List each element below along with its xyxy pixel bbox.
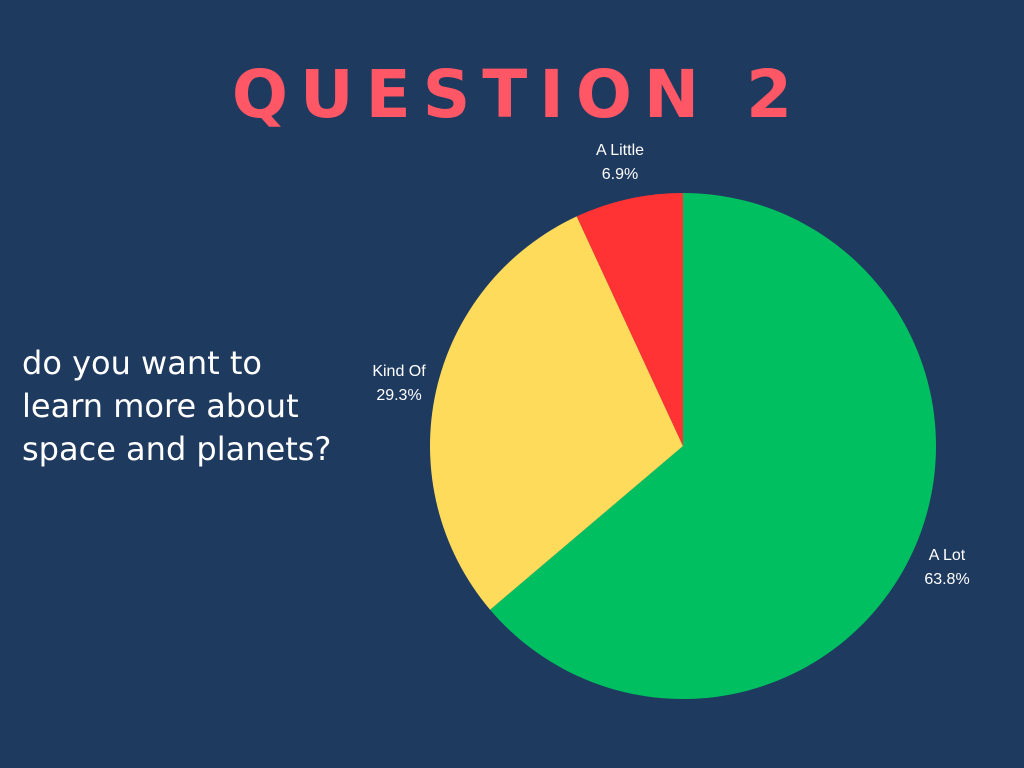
slice-label-a-little: A Little	[596, 142, 644, 159]
slice-value-kind-of: 29.3%	[376, 387, 421, 404]
pie-chart: A Lot 63.8% Kind Of 29.3% A Little 6.9%	[372, 142, 970, 699]
slide: QUESTION 2 do you want to learn more abo…	[0, 0, 1024, 768]
slice-value-a-little: 6.9%	[602, 166, 638, 183]
slice-label-a-lot: A Lot	[929, 547, 966, 564]
slice-label-kind-of: Kind Of	[372, 363, 426, 380]
slice-value-a-lot: 63.8%	[924, 571, 969, 588]
